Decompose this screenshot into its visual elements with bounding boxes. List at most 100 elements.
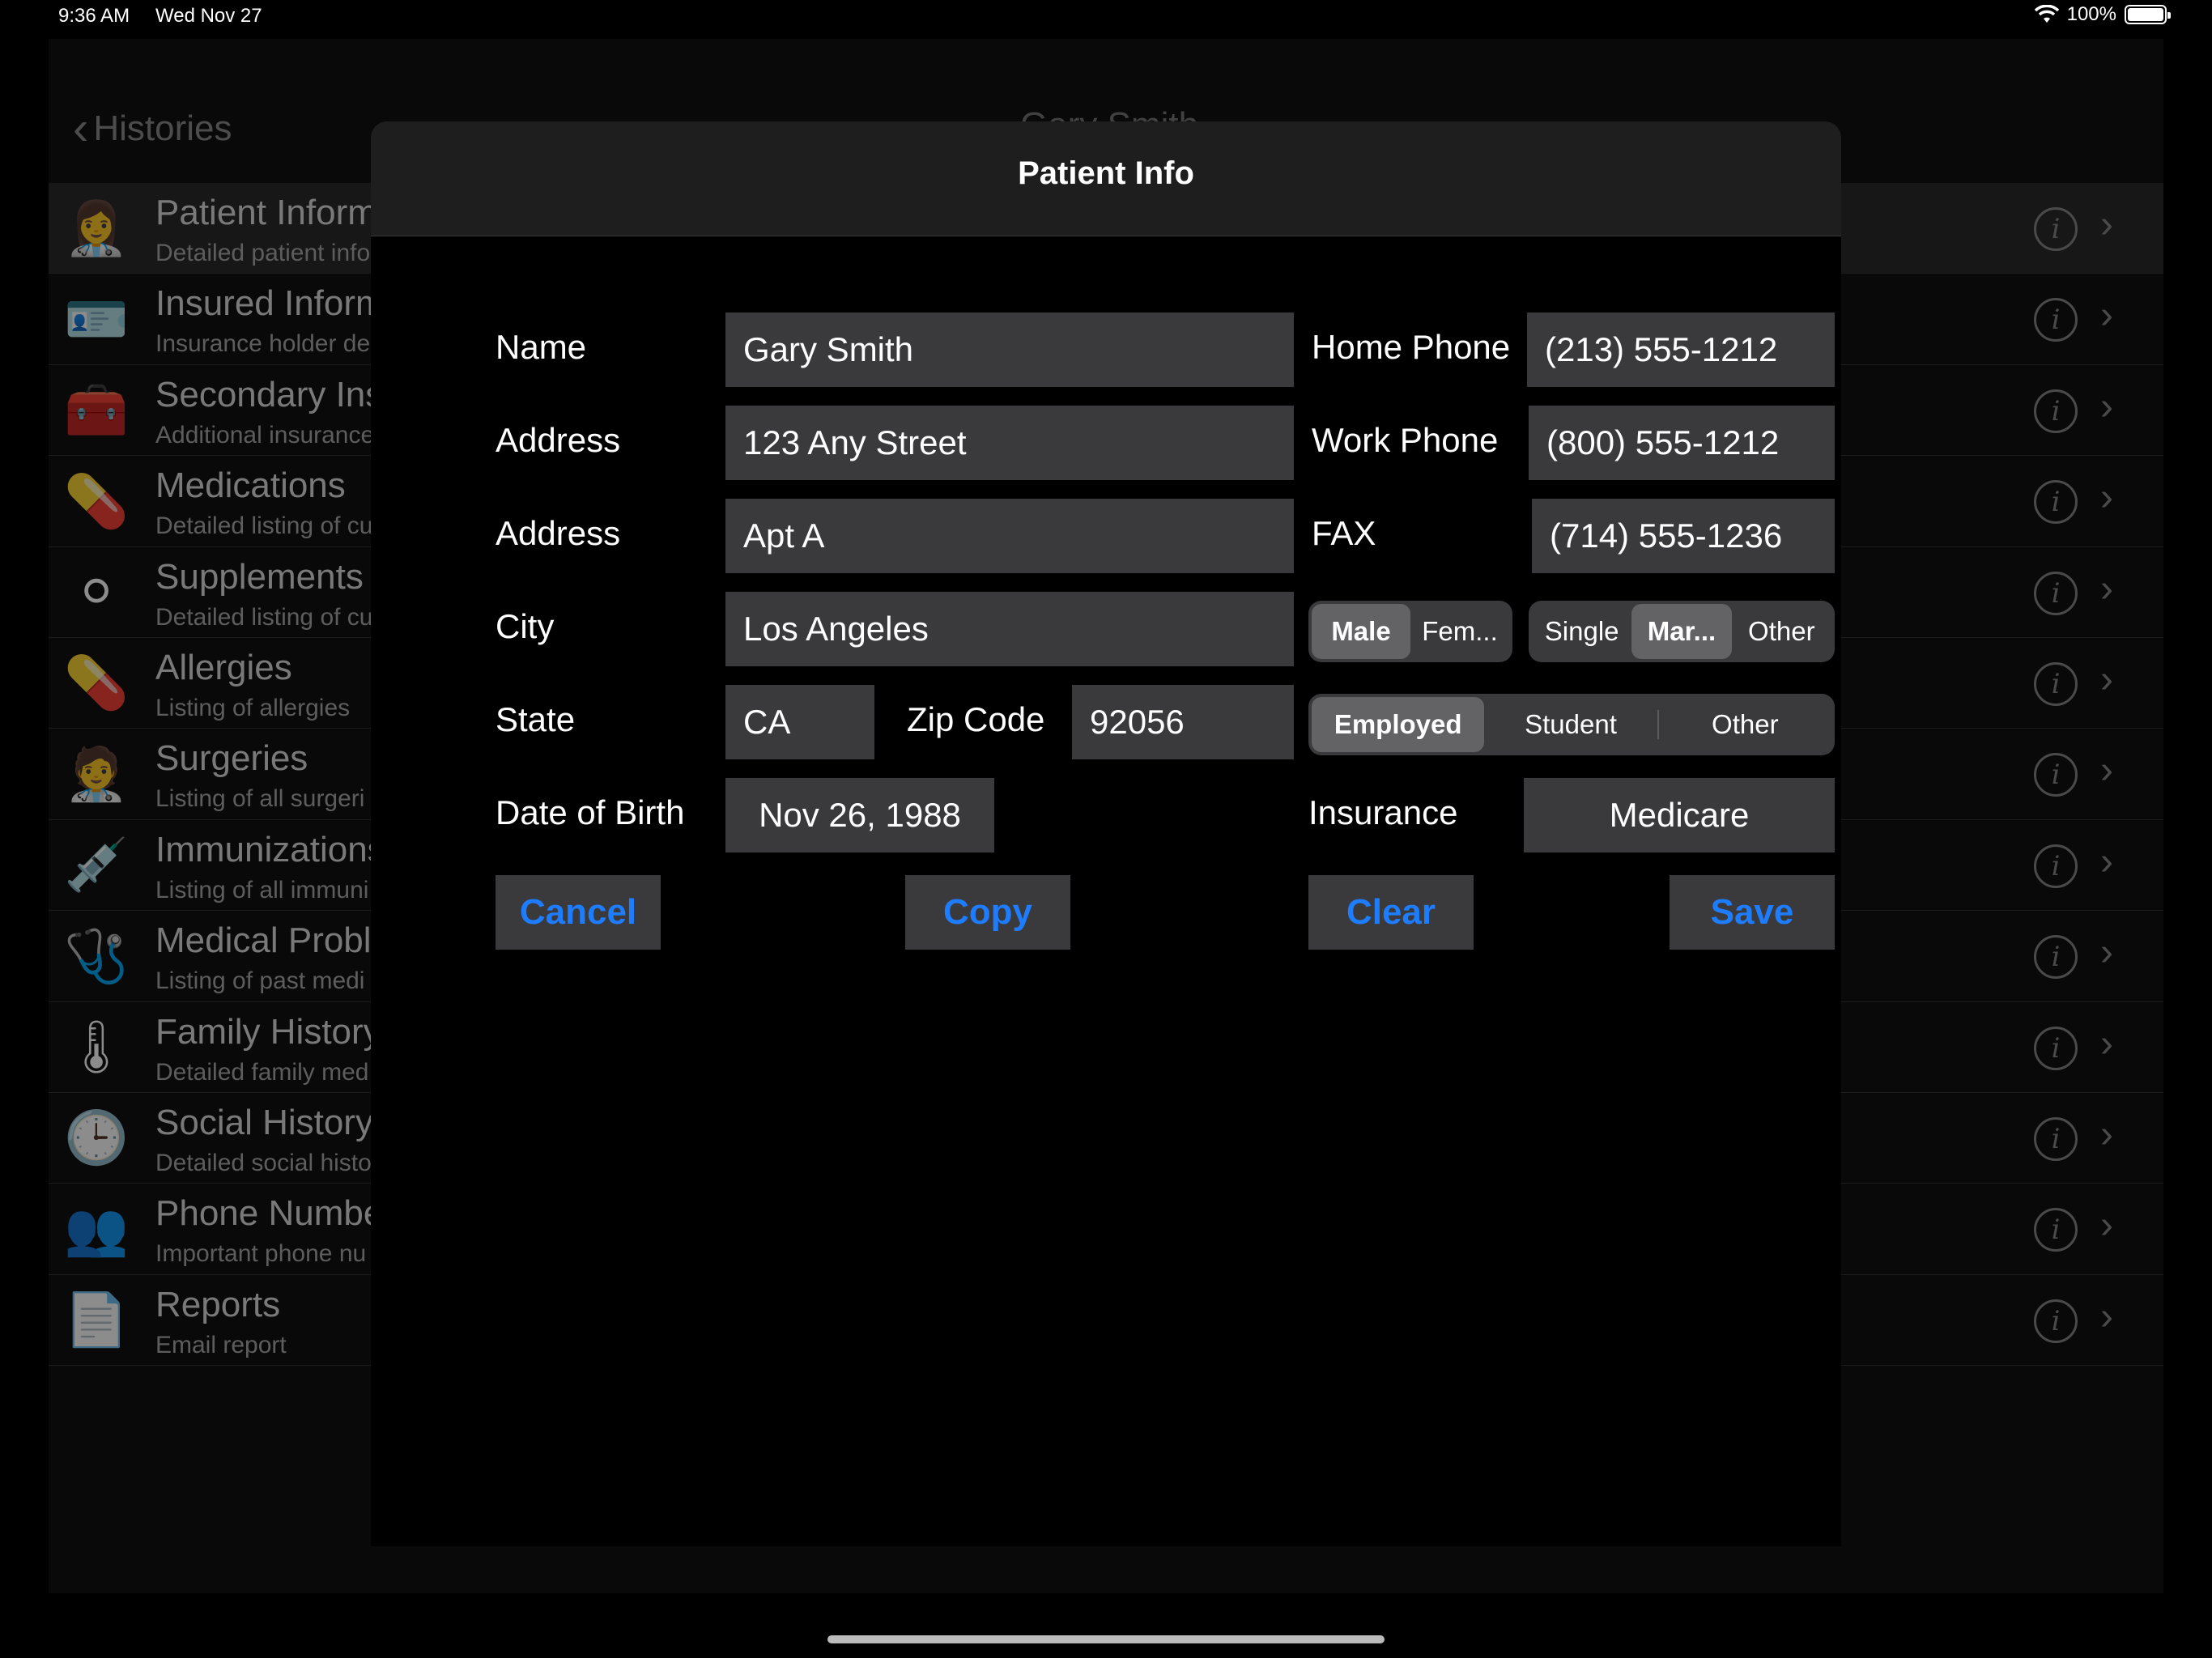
home-indicator [827,1635,1385,1643]
info-icon[interactable]: i [2034,844,2078,888]
info-icon[interactable]: i [2034,571,2078,615]
list-item-subtitle: Additional insurance [155,421,375,449]
list-item-title: Patient Inform [155,193,377,232]
patient-info-modal: Patient Info Name Gary Smith Home Phone … [371,121,1841,1546]
list-item-subtitle: Listing of allergies [155,694,351,721]
stethoscope-icon: 🩺 [64,926,129,985]
work-phone-field[interactable]: (800) 555-1212 [1529,406,1835,480]
list-item-title: Phone Numbe [155,1193,384,1234]
dob-label: Date of Birth [496,793,685,831]
info-icon[interactable]: i [2034,935,2078,980]
status-date: Wed Nov 27 [155,5,262,27]
list-item-title: Reports [155,1284,281,1324]
info-icon[interactable]: i [2034,661,2078,706]
segment-employed[interactable]: Employed [1312,697,1485,752]
list-item-subtitle: Insurance holder de [155,330,371,358]
chevron-right-icon: › [2100,1204,2113,1248]
chevron-left-icon: ‹ [73,102,89,155]
info-icon[interactable]: i [2034,480,2078,525]
name-field[interactable]: Gary Smith [725,312,1294,387]
segment-marital-other[interactable]: Other [1732,604,1831,659]
contacts-icon: 👥 [64,1199,129,1258]
marital-segmented-control: Single Mar... Other [1529,601,1835,662]
list-item-title: Insured Inform [155,283,385,324]
list-item-title: Surgeries [155,738,308,779]
list-item-title: Social History [155,1102,373,1142]
capsules-icon: 💊 [64,471,129,530]
home-phone-label: Home Phone [1312,328,1511,366]
copy-button[interactable]: Copy [905,875,1070,950]
zip-field[interactable]: 92056 [1072,685,1294,759]
back-button[interactable]: ‹ Histories [73,105,232,152]
chevron-right-icon: › [2100,385,2113,428]
info-icon[interactable]: i [2034,753,2078,797]
segment-female[interactable]: Fem... [1410,604,1509,659]
chevron-right-icon: › [2100,1295,2113,1338]
chevron-right-icon: › [2100,931,2113,975]
status-bar: 9:36 AM Wed Nov 27 100% [0,0,2212,32]
list-item-subtitle: Detailed listing of cu [155,603,373,631]
cancel-button[interactable]: Cancel [496,875,661,950]
thermometer-icon: 🌡 [63,1018,130,1077]
list-item-subtitle: Detailed family med [155,1058,369,1086]
insurance-card-icon: 🪪 [64,289,129,348]
save-button[interactable]: Save [1670,875,1835,950]
segment-male[interactable]: Male [1312,604,1410,659]
address2-label: Address [496,514,621,552]
city-label: City [496,607,555,645]
info-icon[interactable]: i [2034,1116,2078,1161]
list-item-title: Medical Probl [155,920,372,961]
info-icon[interactable]: i [2034,1299,2078,1343]
address1-field[interactable]: 123 Any Street [725,406,1294,480]
name-label: Name [496,328,587,366]
list-item-title: Medications [155,466,346,506]
info-icon[interactable]: i [2034,298,2078,342]
home-phone-field[interactable]: (213) 555-1212 [1527,312,1835,387]
employment-segmented-control: Employed Student Other [1308,694,1835,755]
zip-label: Zip Code [907,700,1045,738]
segment-married[interactable]: Mar... [1631,604,1732,659]
status-time: 9:36 AM [58,5,130,27]
dob-picker[interactable]: Nov 26, 1988 [725,778,994,852]
chevron-right-icon: › [2100,203,2113,246]
list-item-title: Allergies [155,647,292,687]
list-item-title: Family History [155,1011,381,1052]
chevron-right-icon: › [2100,840,2113,883]
info-icon[interactable]: i [2034,389,2078,433]
fax-field[interactable]: (714) 555-1236 [1532,499,1835,573]
list-item-title: Secondary Ins [155,374,384,414]
info-icon[interactable]: i [2034,1026,2078,1070]
info-icon[interactable]: i [2034,1208,2078,1252]
battery-icon [2125,5,2171,24]
segment-employment-other[interactable]: Other [1659,697,1831,752]
surgeon-icon: 🧑‍⚕️ [64,744,129,803]
gender-segmented-control: Male Fem... [1308,601,1512,662]
insurance-picker[interactable]: Medicare [1524,778,1835,852]
chevron-right-icon: › [2100,657,2113,701]
list-item-subtitle: Important phone nu [155,1240,367,1268]
list-item-subtitle: Listing of past medi [155,967,365,995]
list-item-subtitle: Email report [155,1331,287,1358]
insurance-label: Insurance [1308,793,1458,831]
work-phone-label: Work Phone [1312,421,1499,459]
city-field[interactable]: Los Angeles [725,592,1294,666]
segment-student[interactable]: Student [1484,697,1657,752]
info-icon[interactable]: i [2034,207,2078,251]
chevron-right-icon: › [2100,567,2113,610]
chevron-right-icon: › [2100,1112,2113,1156]
list-item-subtitle: Detailed patient info [155,240,371,266]
chevron-right-icon: › [2100,749,2113,793]
modal-header: Patient Info [371,121,1841,236]
back-label: Histories [93,108,232,148]
clear-button[interactable]: Clear [1308,875,1474,950]
fax-label: FAX [1312,514,1376,552]
address2-field[interactable]: Apt A [725,499,1294,573]
list-item-subtitle: Detailed social histo [155,1149,372,1176]
chevron-right-icon: › [2100,294,2113,338]
state-field[interactable]: CA [725,685,874,759]
first-aid-kit-icon: 🧰 [64,380,129,440]
screen: 9:36 AM Wed Nov 27 100% ‹ Histories Gary… [0,0,2212,1658]
address1-label: Address [496,421,621,459]
segment-single[interactable]: Single [1532,604,1631,659]
nurse-icon: 👩‍⚕️ [64,198,129,257]
